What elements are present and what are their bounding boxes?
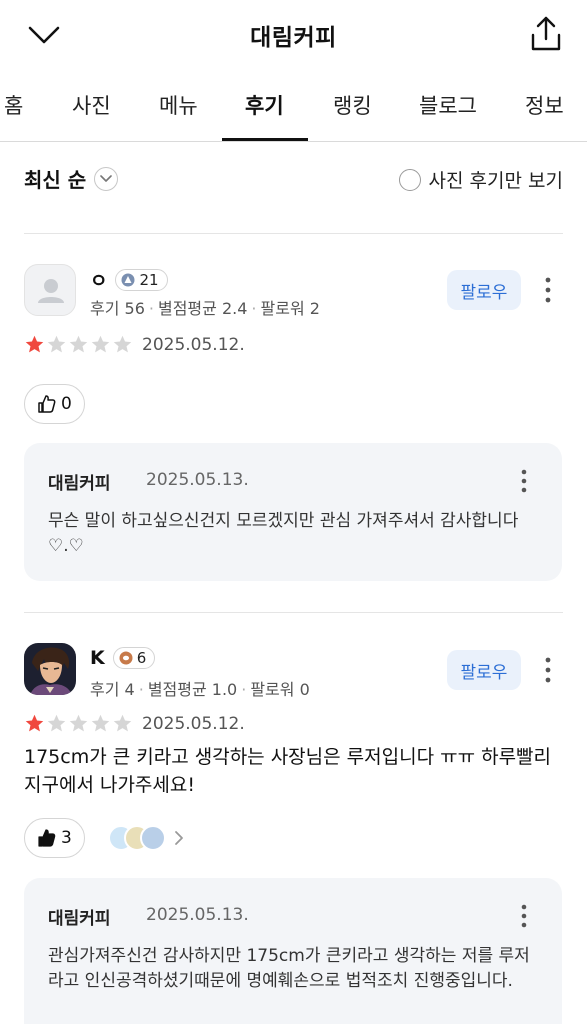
top-bar: 대림커피 xyxy=(0,0,587,72)
tab-photos[interactable]: 사진 xyxy=(72,90,111,120)
reviewer-nickname[interactable]: K xyxy=(90,647,105,669)
photo-filter-label: 사진 후기만 보기 xyxy=(428,170,563,192)
review-date: 2025.05.12. xyxy=(142,713,245,734)
tab-bar: 홈 사진 메뉴 후기 랭킹 블로그 정보 xyxy=(0,76,587,142)
review-count: 후기 4 xyxy=(90,680,135,699)
rating-stars xyxy=(24,334,134,355)
tab-menu[interactable]: 메뉴 xyxy=(159,90,198,120)
avatar-image xyxy=(24,643,76,695)
review-count: 후기 56 xyxy=(90,299,145,318)
thumbs-up-icon xyxy=(38,829,56,847)
star-rating: 2025.05.12. xyxy=(24,713,245,734)
more-options-icon[interactable] xyxy=(514,467,534,495)
chevron-right-icon xyxy=(175,831,183,845)
reactor-avatar xyxy=(140,825,166,851)
photo-review-filter[interactable]: 사진 후기만 보기 xyxy=(398,166,563,193)
follow-button[interactable]: 팔로우 xyxy=(447,650,521,690)
reply-date: 2025.05.13. xyxy=(146,470,249,490)
level-value: 21 xyxy=(139,270,159,289)
more-options-icon[interactable] xyxy=(536,655,560,685)
owner-reply: 대림커피 2025.05.13. 관심가져주신건 감사하지만 175cm가 큰키… xyxy=(24,878,562,1024)
rating-stars xyxy=(24,713,134,734)
tab-reviews[interactable]: 후기 xyxy=(245,90,284,120)
star-empty-icon xyxy=(47,335,66,353)
reviewer-info: ㅇ 21 xyxy=(90,266,168,293)
reviewer-nickname[interactable]: ㅇ xyxy=(90,266,107,293)
radio-button[interactable] xyxy=(398,168,421,191)
share-icon[interactable] xyxy=(529,15,563,53)
reviewer-stats: 후기 4 · 별점평균 1.0 · 팔로워 0 xyxy=(90,680,310,699)
star-empty-icon xyxy=(47,714,66,732)
star-empty-icon xyxy=(113,335,132,353)
tab-home[interactable]: 홈 xyxy=(4,90,23,120)
reply-owner-name: 대림커피 xyxy=(48,909,111,929)
star-rating: 2025.05.12. xyxy=(24,334,245,355)
follow-button[interactable]: 팔로우 xyxy=(447,270,521,310)
tab-blog[interactable]: 블로그 xyxy=(419,90,477,120)
page-title: 대림커피 xyxy=(250,25,337,51)
like-button[interactable]: 0 xyxy=(24,384,85,424)
follower-count: 팔로워 0 xyxy=(250,680,310,699)
star-empty-icon xyxy=(91,714,110,732)
sort-label: 최신 순 xyxy=(24,168,87,192)
sort-bar: 최신 순 사진 후기만 보기 xyxy=(0,142,587,234)
star-empty-icon xyxy=(69,714,88,732)
average-rating: 별점평균 2.4 xyxy=(157,299,248,318)
tab-info[interactable]: 정보 xyxy=(525,90,564,120)
average-rating: 별점평균 1.0 xyxy=(147,680,238,699)
level-badge: 6 xyxy=(112,647,156,669)
tab-ranking[interactable]: 랭킹 xyxy=(333,90,372,120)
review-date: 2025.05.12. xyxy=(142,334,245,355)
star-empty-icon xyxy=(91,335,110,353)
follower-count: 팔로워 2 xyxy=(260,299,320,318)
reply-text: 무슨 말이 하고싶으신건지 모르겠지만 관심 가져주셔서 감사합니다 ♡.♡ xyxy=(48,511,519,556)
like-count: 0 xyxy=(61,394,72,414)
star-filled-icon xyxy=(25,714,44,732)
avatar[interactable] xyxy=(24,264,76,316)
more-options-icon[interactable] xyxy=(536,275,560,305)
star-filled-icon xyxy=(25,335,44,353)
reply-date: 2025.05.13. xyxy=(146,905,249,925)
reply-text: 관심가져주신건 감사하지만 175cm가 큰키라고 생각하는 저를 루저라고 인… xyxy=(48,946,530,991)
star-empty-icon xyxy=(113,714,132,732)
level-icon xyxy=(119,651,133,665)
reviewer-info: K 6 xyxy=(90,647,156,669)
chevron-down-icon xyxy=(94,166,119,191)
avatar[interactable] xyxy=(24,643,76,695)
default-user-icon xyxy=(38,279,64,303)
more-options-icon[interactable] xyxy=(514,902,534,930)
review-card: ㅇ 21 후기 56 · 별점평균 2.4 · 팔로워 2 팔로우 2025.05.12… xyxy=(0,234,587,612)
active-tab-indicator xyxy=(222,138,308,141)
review-text: 175cm가 큰 키라고 생각하는 사장님은 루저입니다 ㅠㅠ 하루빨리 지구에… xyxy=(24,746,552,796)
review-card: K 6 후기 4 · 별점평균 1.0 · 팔로워 0 팔로우 2025.05.12. … xyxy=(0,613,587,1024)
level-icon xyxy=(121,273,135,286)
owner-reply: 대림커피 2025.05.13. 무슨 말이 하고싶으신건지 모르겠지만 관심 … xyxy=(24,443,562,581)
like-button[interactable]: 3 xyxy=(24,818,85,858)
reactor-avatars[interactable] xyxy=(108,825,186,851)
star-empty-icon xyxy=(69,335,88,353)
level-badge: 21 xyxy=(115,268,168,291)
reviewer-stats: 후기 56 · 별점평균 2.4 · 팔로워 2 xyxy=(90,299,320,318)
reply-owner-name: 대림커피 xyxy=(48,474,111,494)
sort-dropdown[interactable]: 최신 순 xyxy=(24,164,119,193)
thumbs-up-icon xyxy=(38,395,56,413)
level-value: 6 xyxy=(136,649,147,667)
like-count: 3 xyxy=(61,828,72,848)
